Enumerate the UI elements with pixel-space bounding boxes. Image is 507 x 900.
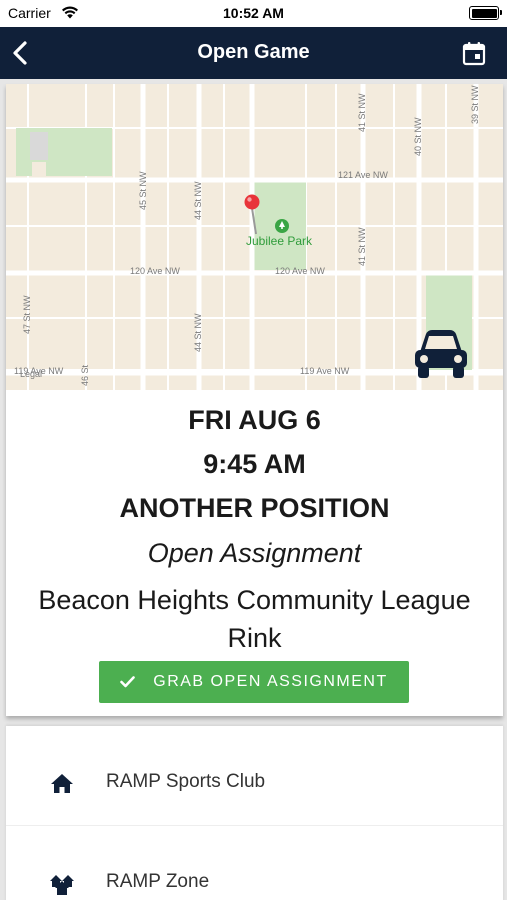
calendar-icon: [462, 42, 486, 66]
battery-icon: [469, 6, 502, 20]
nav-bar: Open Game: [0, 27, 507, 79]
clock: 10:52 AM: [223, 5, 284, 21]
zone-label: RAMP Zone: [106, 871, 210, 892]
game-card: 121 Ave NW 120 Ave NW 120 Ave NW 119 Ave…: [6, 84, 503, 716]
street-label: 119 Ave NW: [300, 366, 350, 376]
street-label: 44 St NW: [193, 181, 203, 220]
page-title: Open Game: [197, 41, 310, 63]
street-label: 120 Ave NW: [275, 266, 325, 276]
street-label: 45 St NW: [138, 171, 148, 210]
grab-open-assignment-button[interactable]: GRAB OPEN ASSIGNMENT: [99, 661, 409, 703]
street-label: 47 St NW: [22, 295, 32, 334]
street-label: 41 St NW: [357, 93, 367, 132]
status-bar: Carrier 10:52 AM: [0, 0, 507, 27]
check-icon: [120, 676, 136, 688]
zone-icon: [49, 871, 75, 895]
street-label: 39 St NW: [470, 85, 480, 124]
game-position: ANOTHER POSITION: [119, 493, 390, 523]
assignment-type: Open Assignment: [147, 538, 362, 568]
street-label: 40 St NW: [413, 117, 423, 156]
park-marker-icon: [275, 219, 289, 233]
street-label: 44 St NW: [193, 313, 203, 352]
street-label: 120 Ave NW: [130, 266, 180, 276]
car-icon[interactable]: [412, 328, 470, 380]
street-label: 41 St NW: [357, 227, 367, 266]
location-map[interactable]: 121 Ave NW 120 Ave NW 120 Ave NW 119 Ave…: [6, 84, 503, 390]
details-list: RAMP Sports Club RAMP Zone: [6, 726, 503, 900]
calendar-button[interactable]: [461, 40, 487, 66]
home-icon: [49, 771, 75, 795]
grab-button-label: GRAB OPEN ASSIGNMENT: [153, 673, 388, 690]
game-time: 9:45 AM: [203, 449, 306, 479]
list-item-club[interactable]: RAMP Sports Club: [6, 726, 503, 824]
list-item-zone[interactable]: RAMP Zone: [6, 825, 503, 900]
map-legal-link[interactable]: Legal: [20, 369, 42, 379]
street-label: 121 Ave NW: [338, 170, 388, 180]
game-date: FRI AUG 6: [188, 405, 321, 435]
club-label: RAMP Sports Club: [106, 771, 266, 792]
park-label: Jubilee Park: [246, 234, 313, 248]
street-label: 46 St: [80, 364, 90, 386]
venue-name: Beacon Heights Community League Rink: [38, 585, 471, 653]
